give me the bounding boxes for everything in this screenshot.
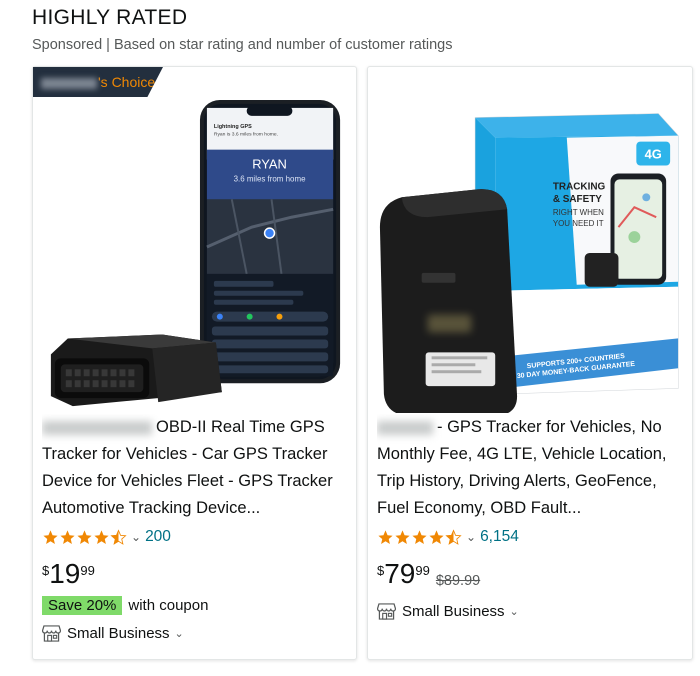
chevron-down-icon[interactable]: ⌄	[510, 605, 519, 618]
product-title[interactable]: OBD-II Real Time GPS Tracker for Vehicle…	[42, 414, 352, 522]
product-card[interactable]: 's Choice Lightning GPS Ryan is 3.6 mile…	[32, 66, 357, 660]
price-symbol: $	[377, 563, 385, 578]
star-icon	[395, 529, 410, 544]
section-title: HIGHLY RATED	[32, 6, 188, 29]
rating-row[interactable]: ⌄ 200	[42, 527, 171, 547]
badge-label: 's Choice	[98, 74, 156, 90]
price: $19 99	[42, 559, 95, 589]
star-icon	[429, 529, 444, 544]
star-icon	[60, 529, 75, 544]
rating-row[interactable]: ⌄ 6,154	[377, 527, 519, 547]
phone-distance: 3.6 miles from home	[234, 174, 306, 183]
star-icon	[43, 529, 58, 544]
small-business-label[interactable]: Small Business	[402, 603, 505, 620]
rating-count[interactable]: 200	[145, 528, 171, 546]
star-rating[interactable]	[42, 528, 127, 546]
phone-notice: Ryan is 3.6 miles from home.	[214, 132, 278, 138]
phone-app-name: Lightning GPS	[214, 124, 252, 130]
small-business-label[interactable]: Small Business	[67, 625, 170, 642]
small-business-link[interactable]: Small Business ⌄	[377, 603, 519, 620]
price: $79 99 $89.99	[377, 558, 481, 590]
box-sub-1: RIGHT WHEN	[553, 208, 604, 217]
price-symbol: $	[42, 563, 50, 578]
half-star-icon	[445, 528, 462, 545]
product-card[interactable]: 30 DAY MONEY-BACK GUARANTEE SUPPORTS 200…	[367, 66, 693, 660]
section-subtitle: Sponsored | Based on star rating and num…	[32, 37, 453, 53]
small-business-link[interactable]: Small Business ⌄	[42, 625, 184, 642]
star-icon	[77, 529, 92, 544]
half-star-icon	[110, 528, 127, 545]
product-image[interactable]: 30 DAY MONEY-BACK GUARANTEE SUPPORTS 200…	[368, 77, 692, 416]
coupon-badge[interactable]: Save 20%	[42, 596, 123, 615]
chevron-down-icon[interactable]: ⌄	[175, 627, 184, 640]
box-headline-2: & SAFETY	[553, 194, 602, 205]
brand-redaction	[377, 420, 433, 435]
store-icon	[42, 625, 61, 642]
product-title[interactable]: - GPS Tracker for Vehicles, No Monthly F…	[377, 414, 687, 522]
coupon-text: with coupon	[128, 597, 209, 614]
price-fraction: 99	[415, 563, 430, 578]
rating-count[interactable]: 6,154	[480, 528, 519, 546]
phone-person-name: RYAN	[252, 157, 287, 172]
star-icon	[378, 529, 393, 544]
brand-redaction	[42, 420, 152, 435]
chevron-down-icon[interactable]: ⌄	[466, 530, 476, 544]
price-whole: 19	[49, 558, 81, 589]
box-headline-1: TRACKING	[553, 181, 606, 192]
star-rating[interactable]	[377, 528, 462, 546]
box-4g-tag: 4G	[645, 147, 662, 162]
brand-redaction	[41, 77, 97, 89]
star-icon	[94, 529, 109, 544]
chevron-down-icon[interactable]: ⌄	[131, 530, 141, 544]
price-fraction: 99	[80, 563, 95, 578]
coupon-row[interactable]: Save 20% with coupon	[42, 596, 208, 615]
star-icon	[412, 529, 427, 544]
list-price: $89.99	[435, 573, 481, 589]
store-icon	[377, 603, 396, 620]
box-sub-2: YOU NEED IT	[553, 219, 604, 228]
price-whole: 79	[384, 558, 416, 589]
choice-badge: 's Choice	[33, 67, 163, 97]
product-image[interactable]: Lightning GPS Ryan is 3.6 miles from hom…	[33, 97, 356, 413]
